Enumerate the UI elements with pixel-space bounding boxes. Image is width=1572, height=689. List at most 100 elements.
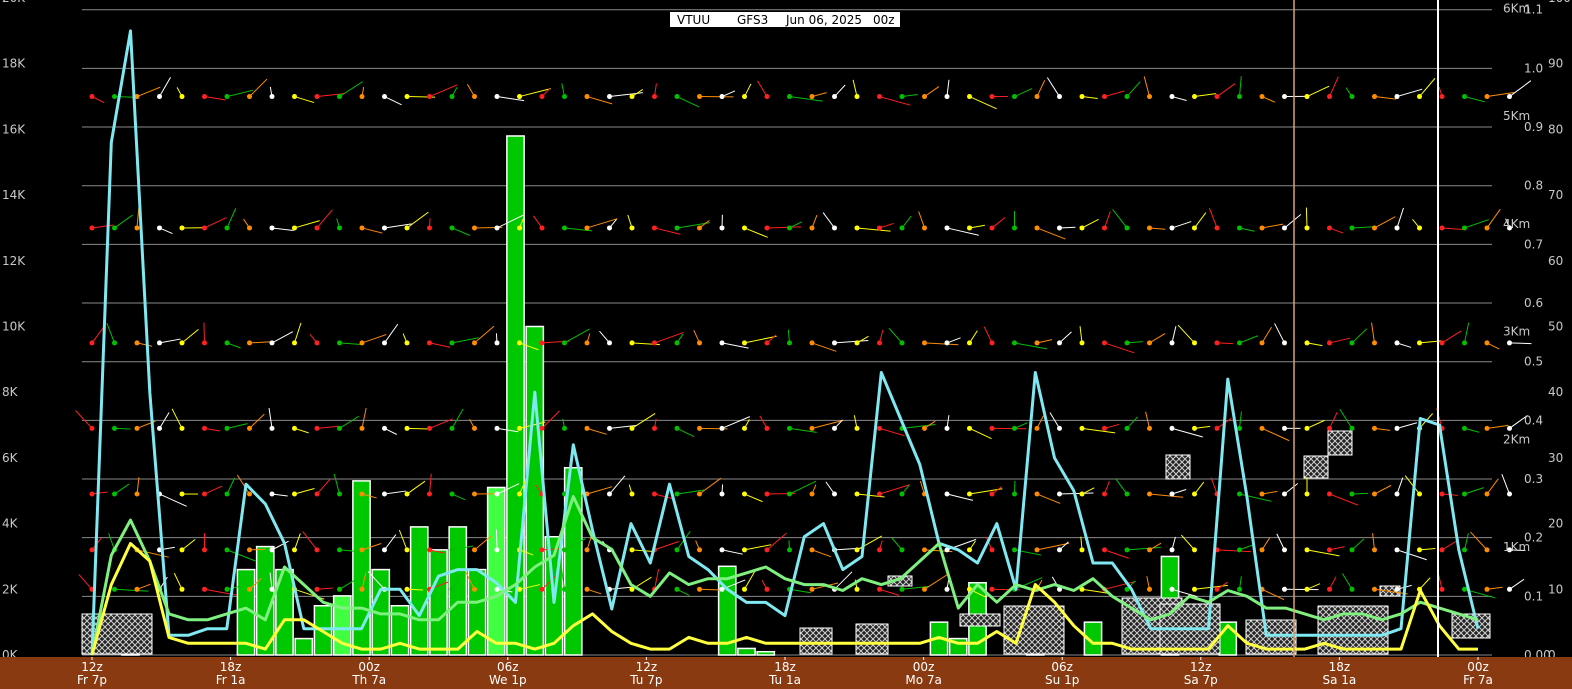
wind-barb-dot [944, 340, 950, 346]
wind-barb [1081, 427, 1116, 434]
wind-barb-dot [1237, 491, 1242, 497]
wind-barb [676, 427, 695, 438]
wind-barb-dot [157, 225, 162, 231]
wind-barb-dot [494, 340, 500, 346]
wind-barb [1177, 324, 1195, 344]
wind-barb-dot [449, 547, 455, 553]
wind-barb [316, 478, 331, 495]
wind-barb [924, 86, 940, 97]
wind-barb-dot [652, 225, 657, 231]
wind-barb-dot [1124, 225, 1130, 231]
wind-barb-dot [1462, 586, 1467, 592]
wind-barb-dot [674, 586, 680, 592]
wind-barb-dot [1079, 491, 1085, 497]
wind-barb [1274, 323, 1285, 344]
wind-barb-dot [337, 491, 342, 497]
wind-barb-dot [404, 425, 410, 431]
wind-barb [294, 487, 315, 495]
wind-barb [983, 326, 993, 344]
wind-barb-dot [967, 225, 972, 231]
wind-barb-dot [1439, 547, 1445, 553]
wind-barb-dot [89, 425, 95, 431]
wind-barb [609, 92, 643, 98]
wind-barb-dot [1304, 94, 1310, 100]
wind-barb-dot [1169, 94, 1175, 100]
wind-barb [756, 80, 768, 97]
wind-barb [676, 96, 700, 108]
wind-barb [924, 573, 948, 590]
wind-barb-dot [539, 586, 545, 592]
wind-barb-dot [202, 340, 207, 346]
wind-barb-dot [1327, 547, 1332, 553]
wind-barb-dot [1349, 225, 1355, 231]
wind-barb-dot [89, 491, 95, 497]
x-tick-local-label: Su 1p [1045, 673, 1079, 687]
wind-barb-dot [1327, 425, 1332, 431]
x-tick-hour-label: 00z [1467, 660, 1489, 674]
wind-barb [1341, 573, 1353, 590]
wind-barb-dot [877, 586, 882, 592]
wind-barb [1486, 208, 1501, 229]
wind-barb [181, 328, 199, 344]
wind-barb [1329, 76, 1339, 97]
wind-barb-dot [832, 340, 837, 346]
wind-barb [1351, 328, 1368, 344]
wind-barb-dot [922, 547, 927, 553]
wind-barb-dot [1349, 425, 1355, 431]
wind-barb-dot [404, 547, 410, 553]
wind-barb [171, 408, 183, 429]
wind-barb-dot [1012, 491, 1017, 497]
rh-line [90, 29, 1480, 656]
x-tick-hour-label: 18z [774, 660, 796, 674]
wind-barb [1441, 227, 1464, 231]
wind-barb [339, 415, 360, 429]
wind-barb [1194, 93, 1217, 98]
wind-barb [1036, 493, 1061, 504]
model-label: GFS3 [737, 13, 768, 27]
wind-barb-dot [697, 340, 702, 346]
wind-barb [789, 96, 823, 102]
wind-barb-dot [922, 94, 927, 100]
wind-barb-dot [809, 225, 815, 231]
wind-barb-dot [1214, 94, 1220, 100]
wind-barb-dot [1124, 94, 1130, 100]
wind-barb-dot [1034, 94, 1040, 100]
y-left-tick-label: 10K [2, 320, 26, 334]
wind-barb-dot [202, 547, 207, 553]
wind-barb-dot [1304, 491, 1310, 497]
y-right2-tick-label: 80 [1548, 122, 1563, 136]
wind-barb [1014, 342, 1048, 350]
y-right1-tick-label: 0.2 [1524, 531, 1543, 545]
wind-barb-dot [382, 491, 387, 497]
wind-barb-dot [1507, 340, 1512, 346]
wind-barb-dot [404, 491, 410, 497]
x-tick-hour-label: 06z [497, 660, 519, 674]
precip-bar [756, 650, 776, 656]
wind-barb-dot [449, 94, 455, 100]
wind-barb-dot [359, 491, 365, 497]
wind-barb-dot [314, 425, 320, 431]
wind-barb-dot [1372, 547, 1377, 553]
wind-barb [1261, 588, 1285, 601]
wind-barb-dot [967, 491, 972, 497]
wind-barb-dot [292, 491, 297, 497]
y-left-tick-label: 16K [2, 122, 26, 136]
wind-barb-dot [292, 94, 297, 100]
wind-barb-dot [1394, 586, 1400, 592]
wind-barb [1036, 80, 1046, 97]
wind-barb-dot [134, 425, 140, 431]
wind-barb-dot [359, 225, 365, 231]
wind-barb [106, 322, 115, 344]
axis-ticks: 20K18K16K14K12K10K8K6K4K2K0K9Km8Km7Km6Km… [2, 0, 1571, 662]
x-tick-local-label: Tu 1a [768, 673, 801, 687]
y-left-tick-label: 20K [2, 0, 26, 5]
wind-barb [91, 327, 104, 344]
wind-barb-dot [1012, 340, 1017, 346]
wind-barb-dot [1102, 225, 1107, 231]
wind-barb-dot [674, 547, 680, 553]
wind-barb [1216, 549, 1251, 553]
wind-barb-dot [1349, 94, 1355, 100]
wind-barb-dot [877, 225, 882, 231]
wind-barb-dot [1372, 340, 1377, 346]
wind-barb [1464, 533, 1469, 550]
